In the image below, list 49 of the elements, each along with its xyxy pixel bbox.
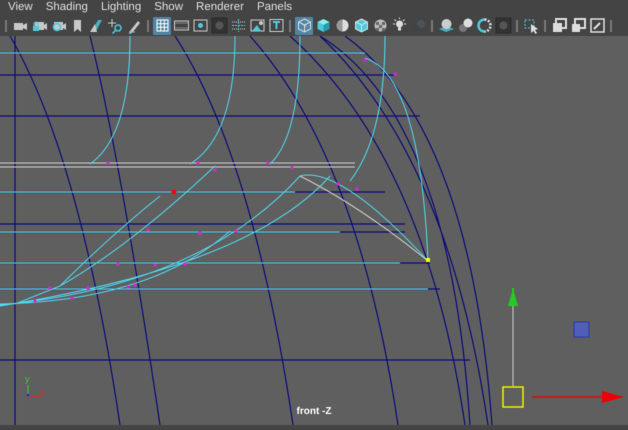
overlapping-squares-toggle[interactable] (550, 16, 568, 34)
menu-item[interactable]: Lighting (94, 0, 148, 15)
dot-in-box-toggle[interactable] (191, 16, 209, 34)
x-axis-label: x (40, 388, 44, 397)
pan-zoom-toggle[interactable] (106, 16, 124, 34)
overlapping-spheres-icon (456, 17, 474, 34)
dot-in-box-icon (192, 17, 208, 34)
dark-square-icon (494, 17, 512, 34)
grid-icon (154, 17, 170, 34)
selection-arrow-icon (522, 17, 540, 34)
menu-item[interactable]: Panels (250, 0, 300, 15)
move-handle-icon[interactable] (502, 386, 524, 408)
corner-square-icon (570, 17, 586, 34)
ring-toggle[interactable] (475, 16, 493, 34)
checkered-sphere-icon (372, 17, 388, 34)
y-axis-arrow[interactable] (508, 288, 518, 386)
wire-shaded-cube-icon (352, 17, 370, 34)
overlapping-squares-icon (550, 17, 568, 34)
mountain-sun-toggle[interactable] (248, 16, 266, 34)
menu-item[interactable]: Shading (40, 0, 95, 15)
dark-square-icon (210, 17, 228, 34)
sphere-on-floor-icon (438, 17, 454, 34)
text-frame-icon (268, 17, 284, 34)
image-plane-icon (88, 17, 104, 34)
crosshair-toggle[interactable] (229, 16, 247, 34)
crosshair-icon (230, 17, 246, 34)
ring-icon (476, 17, 492, 34)
grid-toggle[interactable] (153, 16, 171, 34)
pan-zoom-icon (106, 17, 124, 34)
overlapping-spheres-toggle[interactable] (456, 16, 474, 34)
text-frame-toggle[interactable] (267, 16, 285, 34)
corner-square-toggle[interactable] (569, 16, 587, 34)
mountain-sun-icon (248, 17, 266, 34)
dark-square-toggle[interactable] (494, 16, 512, 34)
wire-shaded-cube-toggle[interactable] (352, 16, 370, 34)
selection-arrow-toggle[interactable] (522, 16, 540, 34)
brush-box-icon (588, 17, 606, 34)
menu-item[interactable]: View (2, 0, 40, 15)
camera-label: front -Z (296, 406, 332, 417)
menu-item[interactable]: Renderer (190, 0, 251, 15)
shaded-cube-icon (314, 17, 332, 34)
y-axis-label: y (25, 375, 30, 384)
sphere-on-floor-toggle[interactable] (437, 16, 455, 34)
menu-item[interactable]: Show (148, 0, 190, 15)
half-shaded-sphere-icon (334, 17, 350, 34)
wireframe-cube-icon (296, 17, 312, 34)
wireframe-cube-toggle[interactable] (295, 16, 313, 34)
brush-box-toggle[interactable] (588, 16, 606, 34)
dark-square-toggle[interactable] (210, 16, 228, 34)
